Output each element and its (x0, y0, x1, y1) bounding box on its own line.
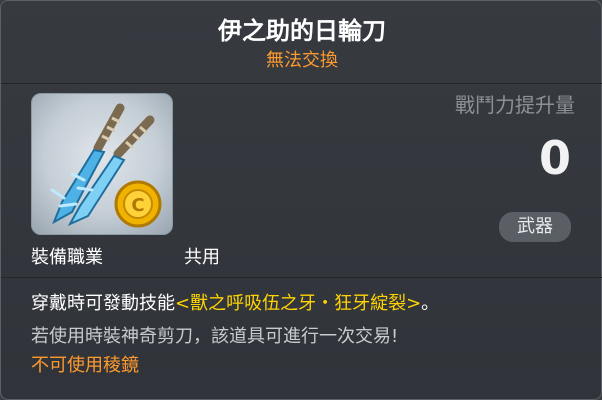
prism-restriction: 不可使用稜鏡 (31, 355, 139, 376)
skill-description-suffix: 。 (421, 293, 440, 314)
trade-description: 若使用時裝神奇剪刀，該道具可進行一次交易! (31, 326, 399, 347)
skill-name: <獸之呼吸伍之牙・狂牙綻裂> (175, 293, 422, 314)
job-value: 共用 (184, 247, 220, 268)
svg-text:C: C (131, 195, 144, 216)
sword-icon: C (50, 103, 162, 228)
combat-power-value: 0 (538, 131, 571, 185)
skill-description-prefix: 穿戴時可發動技能 (31, 293, 175, 314)
item-icon-frame: C (31, 93, 173, 235)
divider-bottom (1, 277, 602, 278)
job-label: 裝備職業 (31, 247, 103, 268)
combat-power-label: 戰鬥力提升量 (455, 93, 575, 117)
divider-top (1, 83, 602, 84)
item-tooltip: 伊之助的日輪刀 無法交換 C 戰鬥力提升量 0 武器 裝備職業 共用 穿戴時可發… (0, 0, 602, 400)
trade-status: 無法交換 (266, 50, 338, 71)
category-badge: 武器 (499, 212, 571, 242)
item-name: 伊之助的日輪刀 (218, 17, 386, 45)
skill-description: 穿戴時可發動技能<獸之呼吸伍之牙・狂牙綻裂>。 (31, 289, 439, 315)
